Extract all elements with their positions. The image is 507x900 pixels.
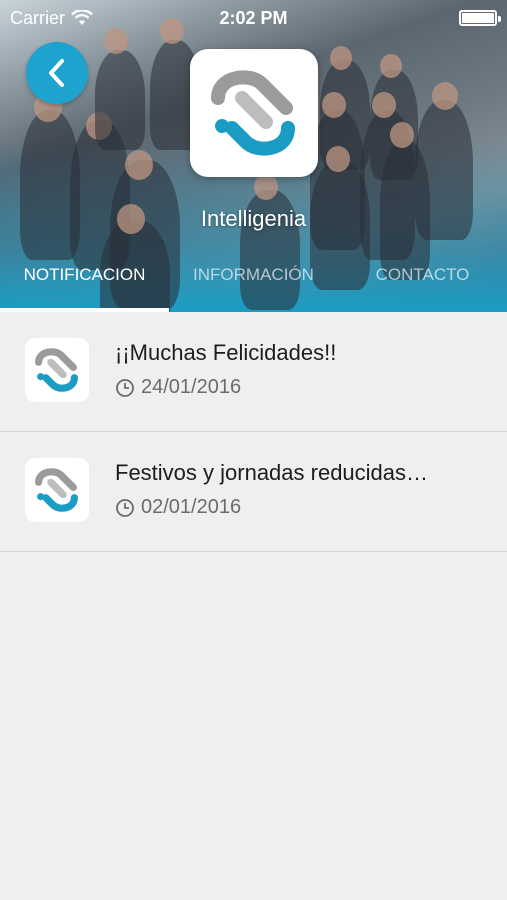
notification-date: 24/01/2016 <box>141 376 242 398</box>
profile-header: Carrier 2:02 PM Intelligenia NOTIFICACIO… <box>0 0 507 312</box>
battery-icon <box>459 10 501 26</box>
notification-title: ¡¡Muchas Felicidades!! <box>115 340 337 365</box>
notification-date-row: 02/01/2016 <box>115 496 241 519</box>
tab-contacto[interactable]: CONTACTO <box>338 256 507 312</box>
notification-thumbnail <box>25 458 89 522</box>
tab-notificacion[interactable]: NOTIFICACION <box>0 256 169 312</box>
tab-bar: NOTIFICACION INFORMACIÓN CONTACTO <box>0 256 507 312</box>
intelligenia-logo <box>211 70 295 156</box>
notification-date-row: 24/01/2016 <box>115 376 241 399</box>
back-button[interactable] <box>26 42 88 104</box>
chevron-left-icon <box>49 59 64 87</box>
tab-informacion[interactable]: INFORMACIÓN <box>169 256 338 312</box>
status-time: 2:02 PM <box>219 7 288 28</box>
intelligenia-logo <box>35 348 78 392</box>
notification-date: 02/01/2016 <box>141 496 242 518</box>
clock-icon <box>116 498 134 517</box>
notification-item[interactable]: ¡¡Muchas Felicidades!! 24/01/2016 <box>0 312 507 432</box>
notification-thumbnail <box>25 338 89 402</box>
notification-list: ¡¡Muchas Felicidades!! 24/01/2016 Festiv… <box>0 312 507 552</box>
company-logo <box>190 49 318 177</box>
status-bar: Carrier 2:02 PM <box>0 0 507 36</box>
notification-title: Festivos y jornadas reducidas… <box>115 460 429 485</box>
intelligenia-logo <box>35 468 78 512</box>
company-name: Intelligenia <box>200 206 307 231</box>
notification-item[interactable]: Festivos y jornadas reducidas… 02/01/201… <box>0 432 507 552</box>
clock-icon <box>116 378 134 397</box>
